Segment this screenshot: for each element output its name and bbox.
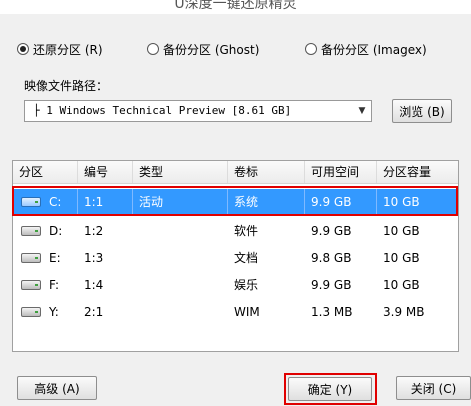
cell-label: 软件 bbox=[234, 224, 259, 238]
radio-dot-icon bbox=[147, 43, 159, 55]
hard-drive-icon bbox=[21, 280, 41, 290]
cell-label: 文档 bbox=[234, 251, 259, 265]
radio-dot-selected-icon bbox=[17, 43, 29, 55]
cell-drive: Y: bbox=[49, 305, 59, 319]
radio-restore-label: 还原分区 (R) bbox=[33, 42, 103, 57]
cell-number: 1:4 bbox=[84, 278, 104, 292]
cell-free: 9.8 GB bbox=[311, 251, 352, 265]
table-row[interactable]: D: 1:2 软件 9.9 GB 10 GB bbox=[13, 218, 458, 244]
cell-number: 1:3 bbox=[84, 251, 104, 265]
radio-backup-imagex[interactable]: 备份分区 (Imagex) bbox=[305, 41, 427, 57]
hard-drive-icon bbox=[21, 253, 41, 263]
chevron-down-icon[interactable]: ▼ bbox=[353, 101, 371, 121]
radio-ghost-label: 备份分区 (Ghost) bbox=[163, 42, 260, 57]
hard-drive-icon bbox=[21, 226, 41, 236]
cell-size: 10 GB bbox=[383, 224, 420, 238]
cell-type bbox=[133, 218, 228, 244]
column-header[interactable]: 分区 bbox=[13, 161, 78, 183]
image-path-label: 映像文件路径： bbox=[24, 79, 109, 93]
selected-row-highlight-box bbox=[12, 186, 458, 216]
cell-label: 娱乐 bbox=[234, 278, 259, 292]
cell-free: 9.9 GB bbox=[311, 224, 352, 238]
column-header[interactable]: 编号 bbox=[78, 161, 133, 183]
column-header[interactable]: 卷标 bbox=[228, 161, 305, 183]
cell-free: 9.9 GB bbox=[311, 278, 352, 292]
radio-backup-ghost[interactable]: 备份分区 (Ghost) bbox=[147, 41, 259, 57]
hard-drive-icon bbox=[21, 307, 41, 317]
image-path-value: ├ 1 Windows Technical Preview [8.61 GB] bbox=[33, 104, 292, 117]
confirm-highlight-box bbox=[284, 373, 377, 405]
cell-size: 10 GB bbox=[383, 251, 420, 265]
cell-number: 2:1 bbox=[84, 305, 104, 319]
table-header: 分区 编号 类型 卷标 可用空间 分区容量 bbox=[13, 161, 458, 184]
radio-imagex-label: 备份分区 (Imagex) bbox=[321, 42, 427, 57]
cell-drive: D: bbox=[49, 224, 63, 238]
image-path-select[interactable]: ├ 1 Windows Technical Preview [8.61 GB] … bbox=[24, 100, 372, 122]
cell-size: 3.9 MB bbox=[383, 305, 425, 319]
window-title: U深度一键还原精灵 bbox=[174, 0, 297, 12]
advanced-button[interactable]: 高级 (A) bbox=[17, 376, 97, 400]
cell-size: 10 GB bbox=[383, 278, 420, 292]
table-row[interactable]: Y: 2:1 WIM 1.3 MB 3.9 MB bbox=[13, 299, 458, 325]
cell-number: 1:2 bbox=[84, 224, 104, 238]
column-header[interactable]: 类型 bbox=[133, 161, 228, 183]
radio-dot-icon bbox=[305, 43, 317, 55]
table-row[interactable]: E: 1:3 文档 9.8 GB 10 GB bbox=[13, 245, 458, 271]
column-header[interactable]: 分区容量 bbox=[377, 161, 458, 183]
column-header[interactable]: 可用空间 bbox=[305, 161, 377, 183]
radio-restore-partition[interactable]: 还原分区 (R) bbox=[17, 41, 103, 57]
cell-drive: E: bbox=[49, 251, 61, 265]
cell-type bbox=[133, 272, 228, 298]
title-bar: U深度一键还原精灵 bbox=[0, 0, 471, 14]
cell-type bbox=[133, 299, 228, 325]
cell-type bbox=[133, 245, 228, 271]
table-row[interactable]: F: 1:4 娱乐 9.9 GB 10 GB bbox=[13, 272, 458, 298]
close-button[interactable]: 关闭 (C) bbox=[396, 376, 471, 400]
browse-button[interactable]: 浏览 (B) bbox=[392, 99, 452, 123]
cell-drive: F: bbox=[49, 278, 60, 292]
cell-free: 1.3 MB bbox=[311, 305, 353, 319]
cell-label: WIM bbox=[234, 305, 260, 319]
